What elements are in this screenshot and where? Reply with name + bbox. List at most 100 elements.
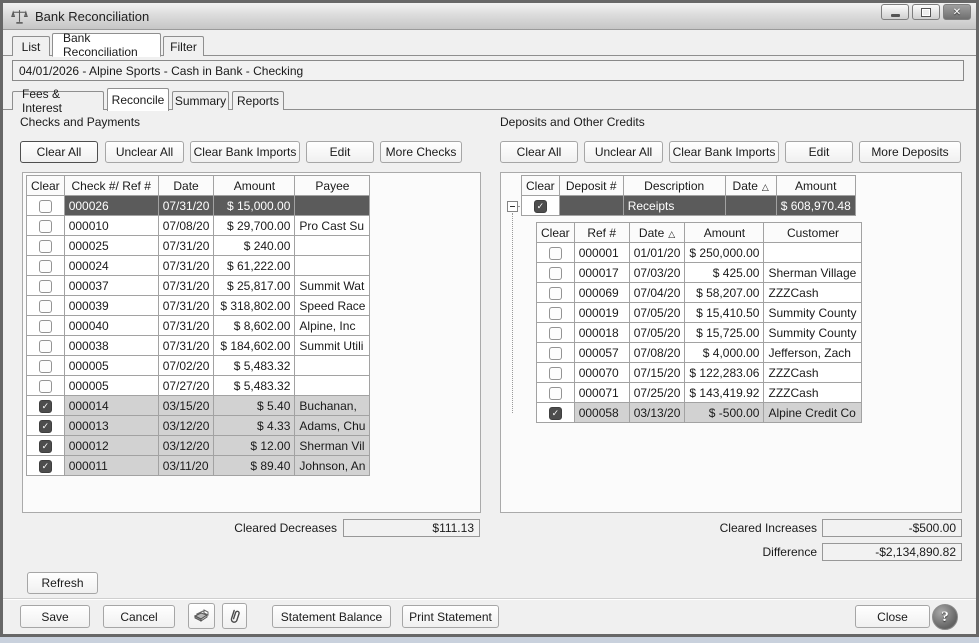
clear-checkbox[interactable] <box>39 260 52 273</box>
checks-more-checks-button[interactable]: More Checks <box>380 141 462 163</box>
col-amount[interactable]: Amount <box>214 176 295 196</box>
table-row[interactable]: 00007007/15/20$ 122,283.06ZZZCash <box>537 363 862 383</box>
table-row[interactable]: 00001007/08/20$ 29,700.00Pro Cast Su <box>27 216 370 236</box>
table-row[interactable]: 00000507/02/20$ 5,483.32 <box>27 356 370 376</box>
attachment-button[interactable] <box>222 603 247 629</box>
clear-checkbox[interactable] <box>39 240 52 253</box>
help-button[interactable]: ? <box>932 604 958 630</box>
clear-checkbox[interactable] <box>39 280 52 293</box>
table-row[interactable]: ✓00001203/12/20$ 12.00Sherman Vil <box>27 436 370 456</box>
clear-checkbox[interactable] <box>39 320 52 333</box>
clear-checkbox[interactable]: ✓ <box>39 400 52 413</box>
table-row[interactable]: 00001807/05/20$ 15,725.00Summity County <box>537 323 862 343</box>
col-amount[interactable]: Amount <box>685 223 764 243</box>
clear-checkbox[interactable] <box>39 380 52 393</box>
clear-checkbox[interactable] <box>39 200 52 213</box>
clear-checkbox[interactable]: ✓ <box>39 440 52 453</box>
table-row[interactable]: ✓Receipts$ 608,970.48 <box>522 196 856 216</box>
print-statement-button[interactable]: Print Statement <box>402 605 499 628</box>
deposits-list-panel[interactable]: Clear Deposit # Description Date△ Amount… <box>500 172 962 513</box>
table-row[interactable]: 00001907/05/20$ 15,410.50Summity County <box>537 303 862 323</box>
table-row[interactable]: 00007107/25/20$ 143,419.92ZZZCash <box>537 383 862 403</box>
deposits-more-deposits-button[interactable]: More Deposits <box>859 141 961 163</box>
table-row[interactable]: ✓00001303/12/20$ 4.33Adams, Chu <box>27 416 370 436</box>
clear-checkbox[interactable] <box>549 347 562 360</box>
checks-clear-bank-imports-button[interactable]: Clear Bank Imports <box>190 141 300 163</box>
difference-field[interactable]: -$2,134,890.82 <box>822 543 962 561</box>
restore-button[interactable] <box>912 4 940 20</box>
clear-checkbox[interactable] <box>549 387 562 400</box>
col-description[interactable]: Description <box>623 176 725 196</box>
tab-reports[interactable]: Reports <box>232 91 284 110</box>
col-deposit[interactable]: Deposit # <box>559 176 623 196</box>
tab-fees-interest[interactable]: Fees & Interest <box>12 91 104 110</box>
tab-summary[interactable]: Summary <box>172 91 229 110</box>
cleared-decreases-field[interactable]: $111.13 <box>343 519 480 537</box>
checks-unclear-all-button[interactable]: Unclear All <box>105 141 184 163</box>
table-row[interactable]: ✓00005803/13/20$ -500.00Alpine Credit Co <box>537 403 862 423</box>
col-amount[interactable]: Amount <box>776 176 855 196</box>
clear-checkbox[interactable] <box>39 360 52 373</box>
clear-checkbox[interactable] <box>39 300 52 313</box>
deposits-clear-all-button[interactable]: Clear All <box>500 141 578 163</box>
deposits-unclear-all-button[interactable]: Unclear All <box>584 141 663 163</box>
col-customer[interactable]: Customer <box>764 223 862 243</box>
table-row[interactable]: ✓00001103/11/20$ 89.40Johnson, An <box>27 456 370 476</box>
clear-checkbox[interactable] <box>549 367 562 380</box>
table-row[interactable]: 00000507/27/20$ 5,483.32 <box>27 376 370 396</box>
col-date[interactable]: Date△ <box>629 223 685 243</box>
col-date[interactable]: Date <box>158 176 214 196</box>
account-field[interactable]: 04/01/2026 - Alpine Sports - Cash in Ban… <box>12 60 964 81</box>
checks-list-panel[interactable]: Clear Check #/ Ref # Date Amount Payee 0… <box>22 172 481 513</box>
col-clear[interactable]: Clear <box>522 176 560 196</box>
table-row[interactable]: 00000101/01/20$ 250,000.00 <box>537 243 862 263</box>
tab-bank-reconciliation[interactable]: Bank Reconciliation <box>52 33 161 57</box>
col-payee[interactable]: Payee <box>295 176 370 196</box>
tab-list[interactable]: List <box>12 36 50 56</box>
table-row[interactable]: ✓00001403/15/20$ 5.40Buchanan, <box>27 396 370 416</box>
cancel-button[interactable]: Cancel <box>103 605 175 628</box>
table-row[interactable]: 00001707/03/20$ 425.00Sherman Village <box>537 263 862 283</box>
table-row[interactable]: 00002507/31/20$ 240.00 <box>27 236 370 256</box>
cleared-increases-field[interactable]: -$500.00 <box>822 519 962 537</box>
clear-checkbox[interactable] <box>549 267 562 280</box>
table-row[interactable]: 00003807/31/20$ 184,602.00Summit Utili <box>27 336 370 356</box>
deposits-edit-button[interactable]: Edit <box>785 141 853 163</box>
table-row[interactable]: 00002407/31/20$ 61,222.00 <box>27 256 370 276</box>
clear-checkbox[interactable]: ✓ <box>39 460 52 473</box>
clear-checkbox[interactable] <box>549 287 562 300</box>
table-row[interactable]: 00003907/31/20$ 318,802.00Speed Race <box>27 296 370 316</box>
col-ref[interactable]: Ref # <box>574 223 629 243</box>
table-row[interactable]: 00003707/31/20$ 25,817.00Summit Wat <box>27 276 370 296</box>
refresh-button[interactable]: Refresh <box>27 572 98 594</box>
tab-reconcile[interactable]: Reconcile <box>107 88 169 111</box>
statement-balance-button[interactable]: Statement Balance <box>272 605 391 628</box>
table-row[interactable]: 00006907/04/20$ 58,207.00ZZZCash <box>537 283 862 303</box>
checks-edit-button[interactable]: Edit <box>306 141 374 163</box>
title-bar[interactable]: Bank Reconciliation <box>3 3 976 30</box>
tab-filter[interactable]: Filter <box>163 36 204 56</box>
clear-checkbox[interactable] <box>39 340 52 353</box>
save-button[interactable]: Save <box>20 605 90 628</box>
print-button[interactable] <box>188 603 215 629</box>
clear-checkbox[interactable]: ✓ <box>39 420 52 433</box>
minimize-button[interactable] <box>881 4 909 20</box>
clear-checkbox[interactable]: ✓ <box>534 200 547 213</box>
clear-checkbox[interactable] <box>549 327 562 340</box>
close-button[interactable]: Close <box>855 605 930 628</box>
clear-checkbox[interactable] <box>549 247 562 260</box>
col-check-ref[interactable]: Check #/ Ref # <box>64 176 158 196</box>
tree-collapse-toggle[interactable] <box>507 201 518 212</box>
col-clear[interactable]: Clear <box>27 176 65 196</box>
clear-checkbox[interactable] <box>39 220 52 233</box>
table-row[interactable]: 00004007/31/20$ 8,602.00Alpine, Inc <box>27 316 370 336</box>
table-row[interactable]: 00002607/31/20$ 15,000.00 <box>27 196 370 216</box>
table-row[interactable]: 00005707/08/20$ 4,000.00Jefferson, Zach <box>537 343 862 363</box>
col-date[interactable]: Date△ <box>725 176 776 196</box>
clear-checkbox[interactable]: ✓ <box>549 407 562 420</box>
clear-checkbox[interactable] <box>549 307 562 320</box>
deposits-clear-bank-imports-button[interactable]: Clear Bank Imports <box>669 141 779 163</box>
checks-clear-all-button[interactable]: Clear All <box>20 141 98 163</box>
close-window-button[interactable]: ✕ <box>943 4 971 20</box>
col-clear[interactable]: Clear <box>537 223 575 243</box>
